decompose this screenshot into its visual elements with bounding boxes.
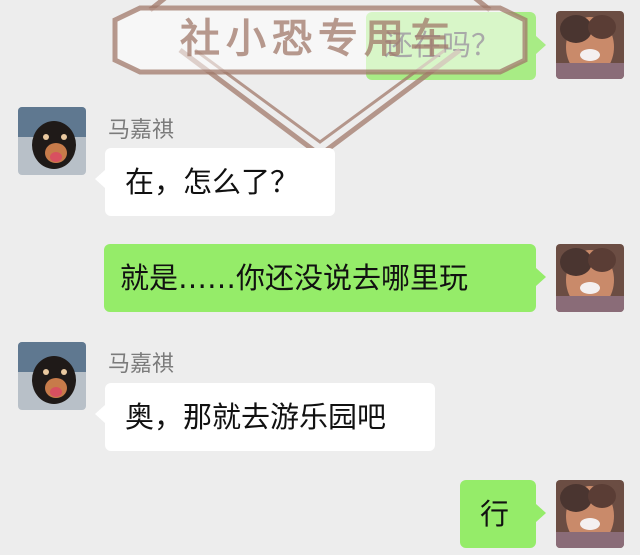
contact-name: 马嘉祺 <box>108 352 175 377</box>
self-avatar-image <box>556 480 624 548</box>
contact-avatar[interactable] <box>18 342 86 410</box>
message-text: 还在吗？ <box>384 28 501 62</box>
message-bubble-contact[interactable]: 奥，那就去游乐园吧 <box>95 383 435 451</box>
self-avatar[interactable] <box>556 480 624 548</box>
message-text: 行 <box>480 497 510 531</box>
self-avatar-image <box>556 244 624 312</box>
message-text: 就是……你还没说去哪里玩 <box>120 261 469 295</box>
contact-avatar[interactable] <box>18 107 86 175</box>
self-avatar-image <box>556 11 624 79</box>
dog-avatar-image <box>18 342 86 410</box>
message-text: 在，怎么了？ <box>125 165 300 199</box>
message-text: 奥，那就去游乐园吧 <box>125 400 387 434</box>
self-avatar[interactable] <box>556 11 624 79</box>
contact-name: 马嘉祺 <box>108 118 175 143</box>
message-bubble-self[interactable]: 就是……你还没说去哪里玩 <box>104 244 546 312</box>
dog-avatar-image <box>18 107 86 175</box>
message-bubble-self[interactable]: 行 <box>460 480 546 548</box>
message-bubble-self[interactable]: 还在吗？ <box>366 12 546 80</box>
self-avatar[interactable] <box>556 244 624 312</box>
message-bubble-contact[interactable]: 在，怎么了？ <box>95 148 335 216</box>
